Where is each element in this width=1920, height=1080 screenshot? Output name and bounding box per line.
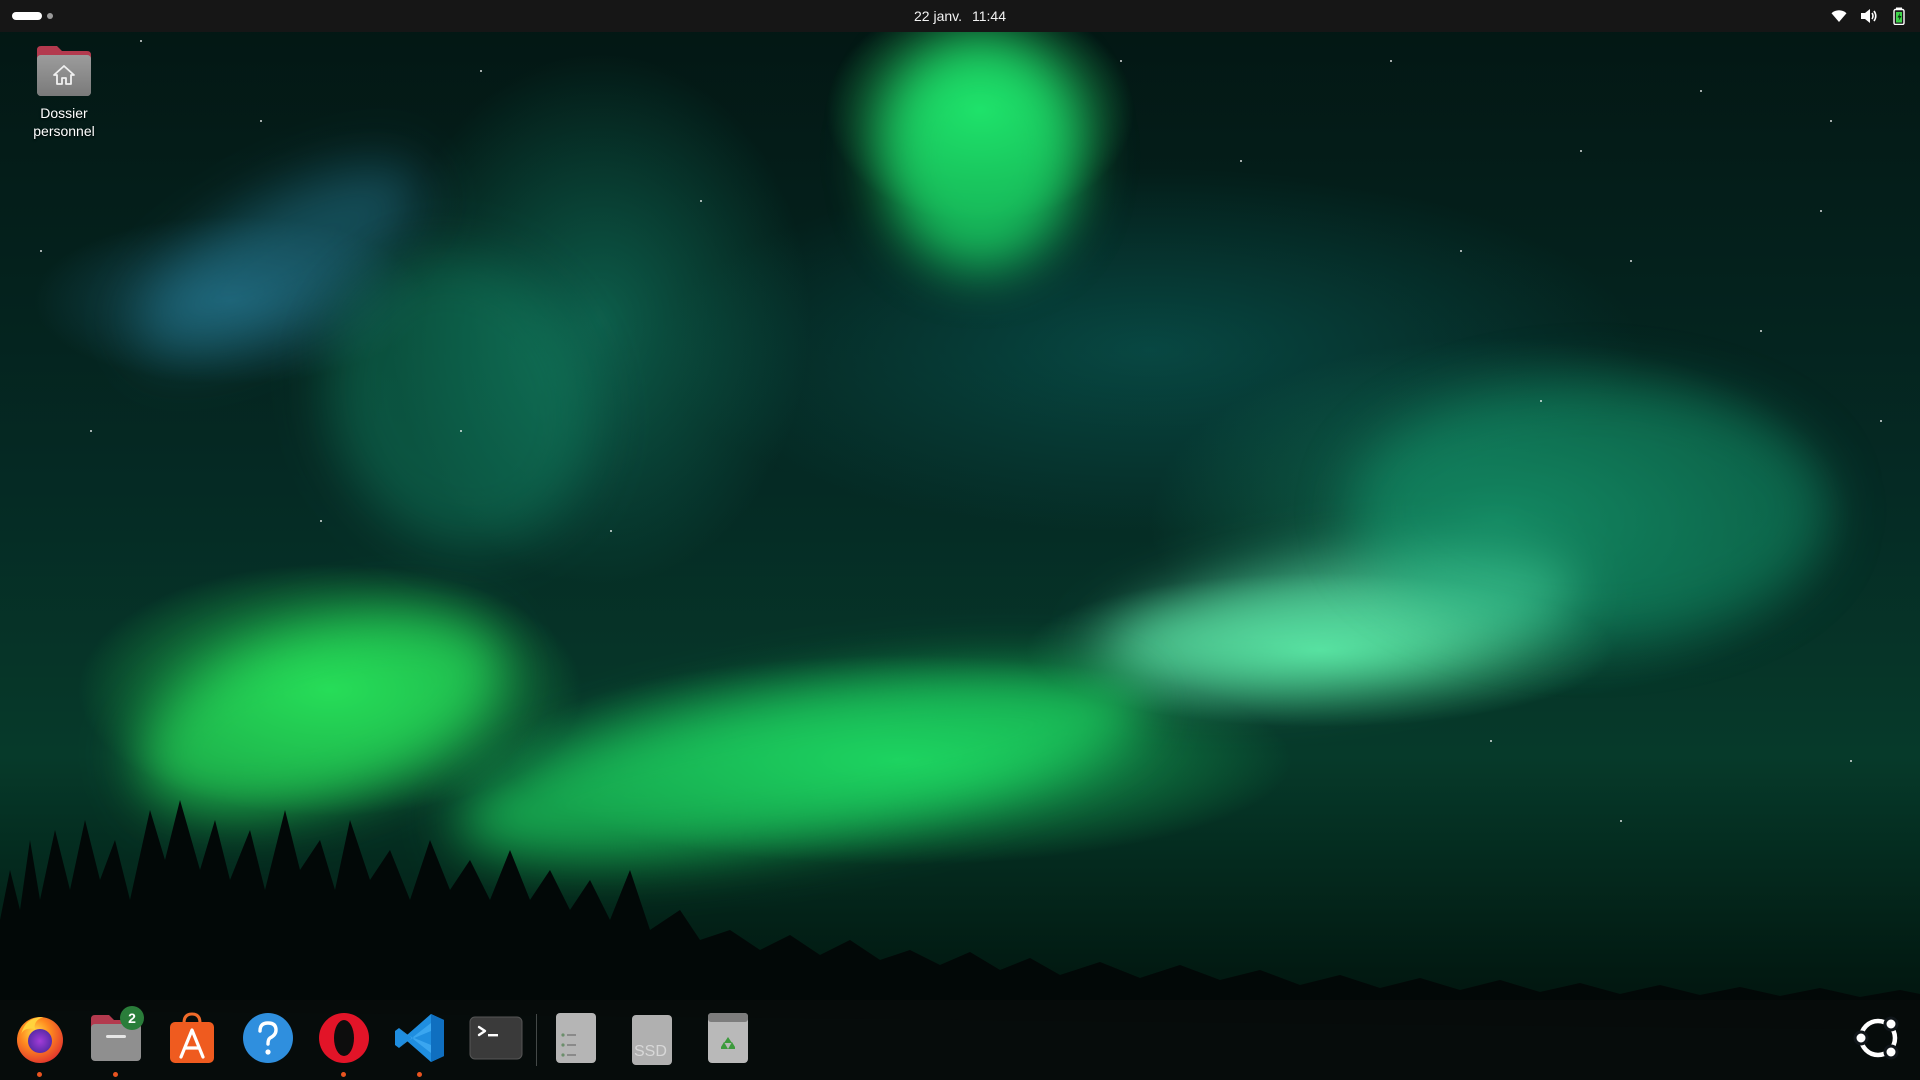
dock-item-app-center[interactable] <box>164 1011 220 1070</box>
desktop-icon-label-line2: personnel <box>33 123 95 139</box>
drive-icon <box>554 1011 598 1070</box>
battery-icon[interactable] <box>1890 7 1908 25</box>
running-indicator <box>37 1072 42 1077</box>
help-icon <box>241 1011 295 1070</box>
dock-item-files[interactable]: 2 <box>88 1006 144 1077</box>
running-indicator <box>341 1072 346 1077</box>
activities-button[interactable] <box>12 6 62 26</box>
workspace-indicator-active <box>12 12 42 20</box>
running-indicator <box>417 1072 422 1077</box>
desktop-icon-label-line1: Dossier <box>40 105 88 121</box>
firefox-icon <box>13 1011 67 1070</box>
dock-separator <box>536 1014 537 1066</box>
notification-badge: 2 <box>120 1006 144 1030</box>
home-folder-icon <box>35 42 93 98</box>
system-tray[interactable] <box>1830 0 1908 32</box>
vscode-icon <box>393 1011 447 1070</box>
clock-date[interactable]: 22 janv. <box>914 8 962 24</box>
desktop-icon-home-folder[interactable]: Dossier personnel <box>20 42 108 140</box>
ssd-icon: SSD <box>630 1013 674 1067</box>
show-apps-button[interactable] <box>1850 1012 1906 1068</box>
app-center-icon <box>167 1011 217 1070</box>
dock-item-help[interactable] <box>240 1012 296 1068</box>
dock-item-drive[interactable] <box>548 1012 604 1068</box>
running-indicator <box>113 1072 118 1077</box>
show-apps-icon <box>1853 1013 1903 1068</box>
dock-item-opera[interactable] <box>316 1011 372 1077</box>
wifi-icon[interactable] <box>1830 7 1848 25</box>
terminal-icon <box>469 1015 523 1066</box>
ssd-label: SSD <box>634 1043 667 1060</box>
dock-item-vscode[interactable] <box>392 1011 448 1077</box>
opera-icon <box>317 1011 371 1070</box>
volume-icon[interactable] <box>1860 7 1878 25</box>
trash-icon <box>706 1011 750 1070</box>
dock-item-firefox[interactable] <box>12 1011 68 1077</box>
desktop-wallpaper <box>0 0 1920 1080</box>
top-bar: 22 janv. 11:44 <box>0 0 1920 32</box>
dock-item-ssd[interactable]: SSD <box>624 1012 680 1068</box>
dock-item-terminal[interactable] <box>468 1012 524 1068</box>
clock-time[interactable]: 11:44 <box>972 8 1006 24</box>
dock-item-trash[interactable] <box>700 1012 756 1068</box>
clock[interactable]: 22 janv. 11:44 <box>0 0 1920 32</box>
desktop-icon-label: Dossier personnel <box>20 104 108 140</box>
workspace-indicator <box>47 13 53 19</box>
dock: 2 SSD <box>0 1000 1920 1080</box>
